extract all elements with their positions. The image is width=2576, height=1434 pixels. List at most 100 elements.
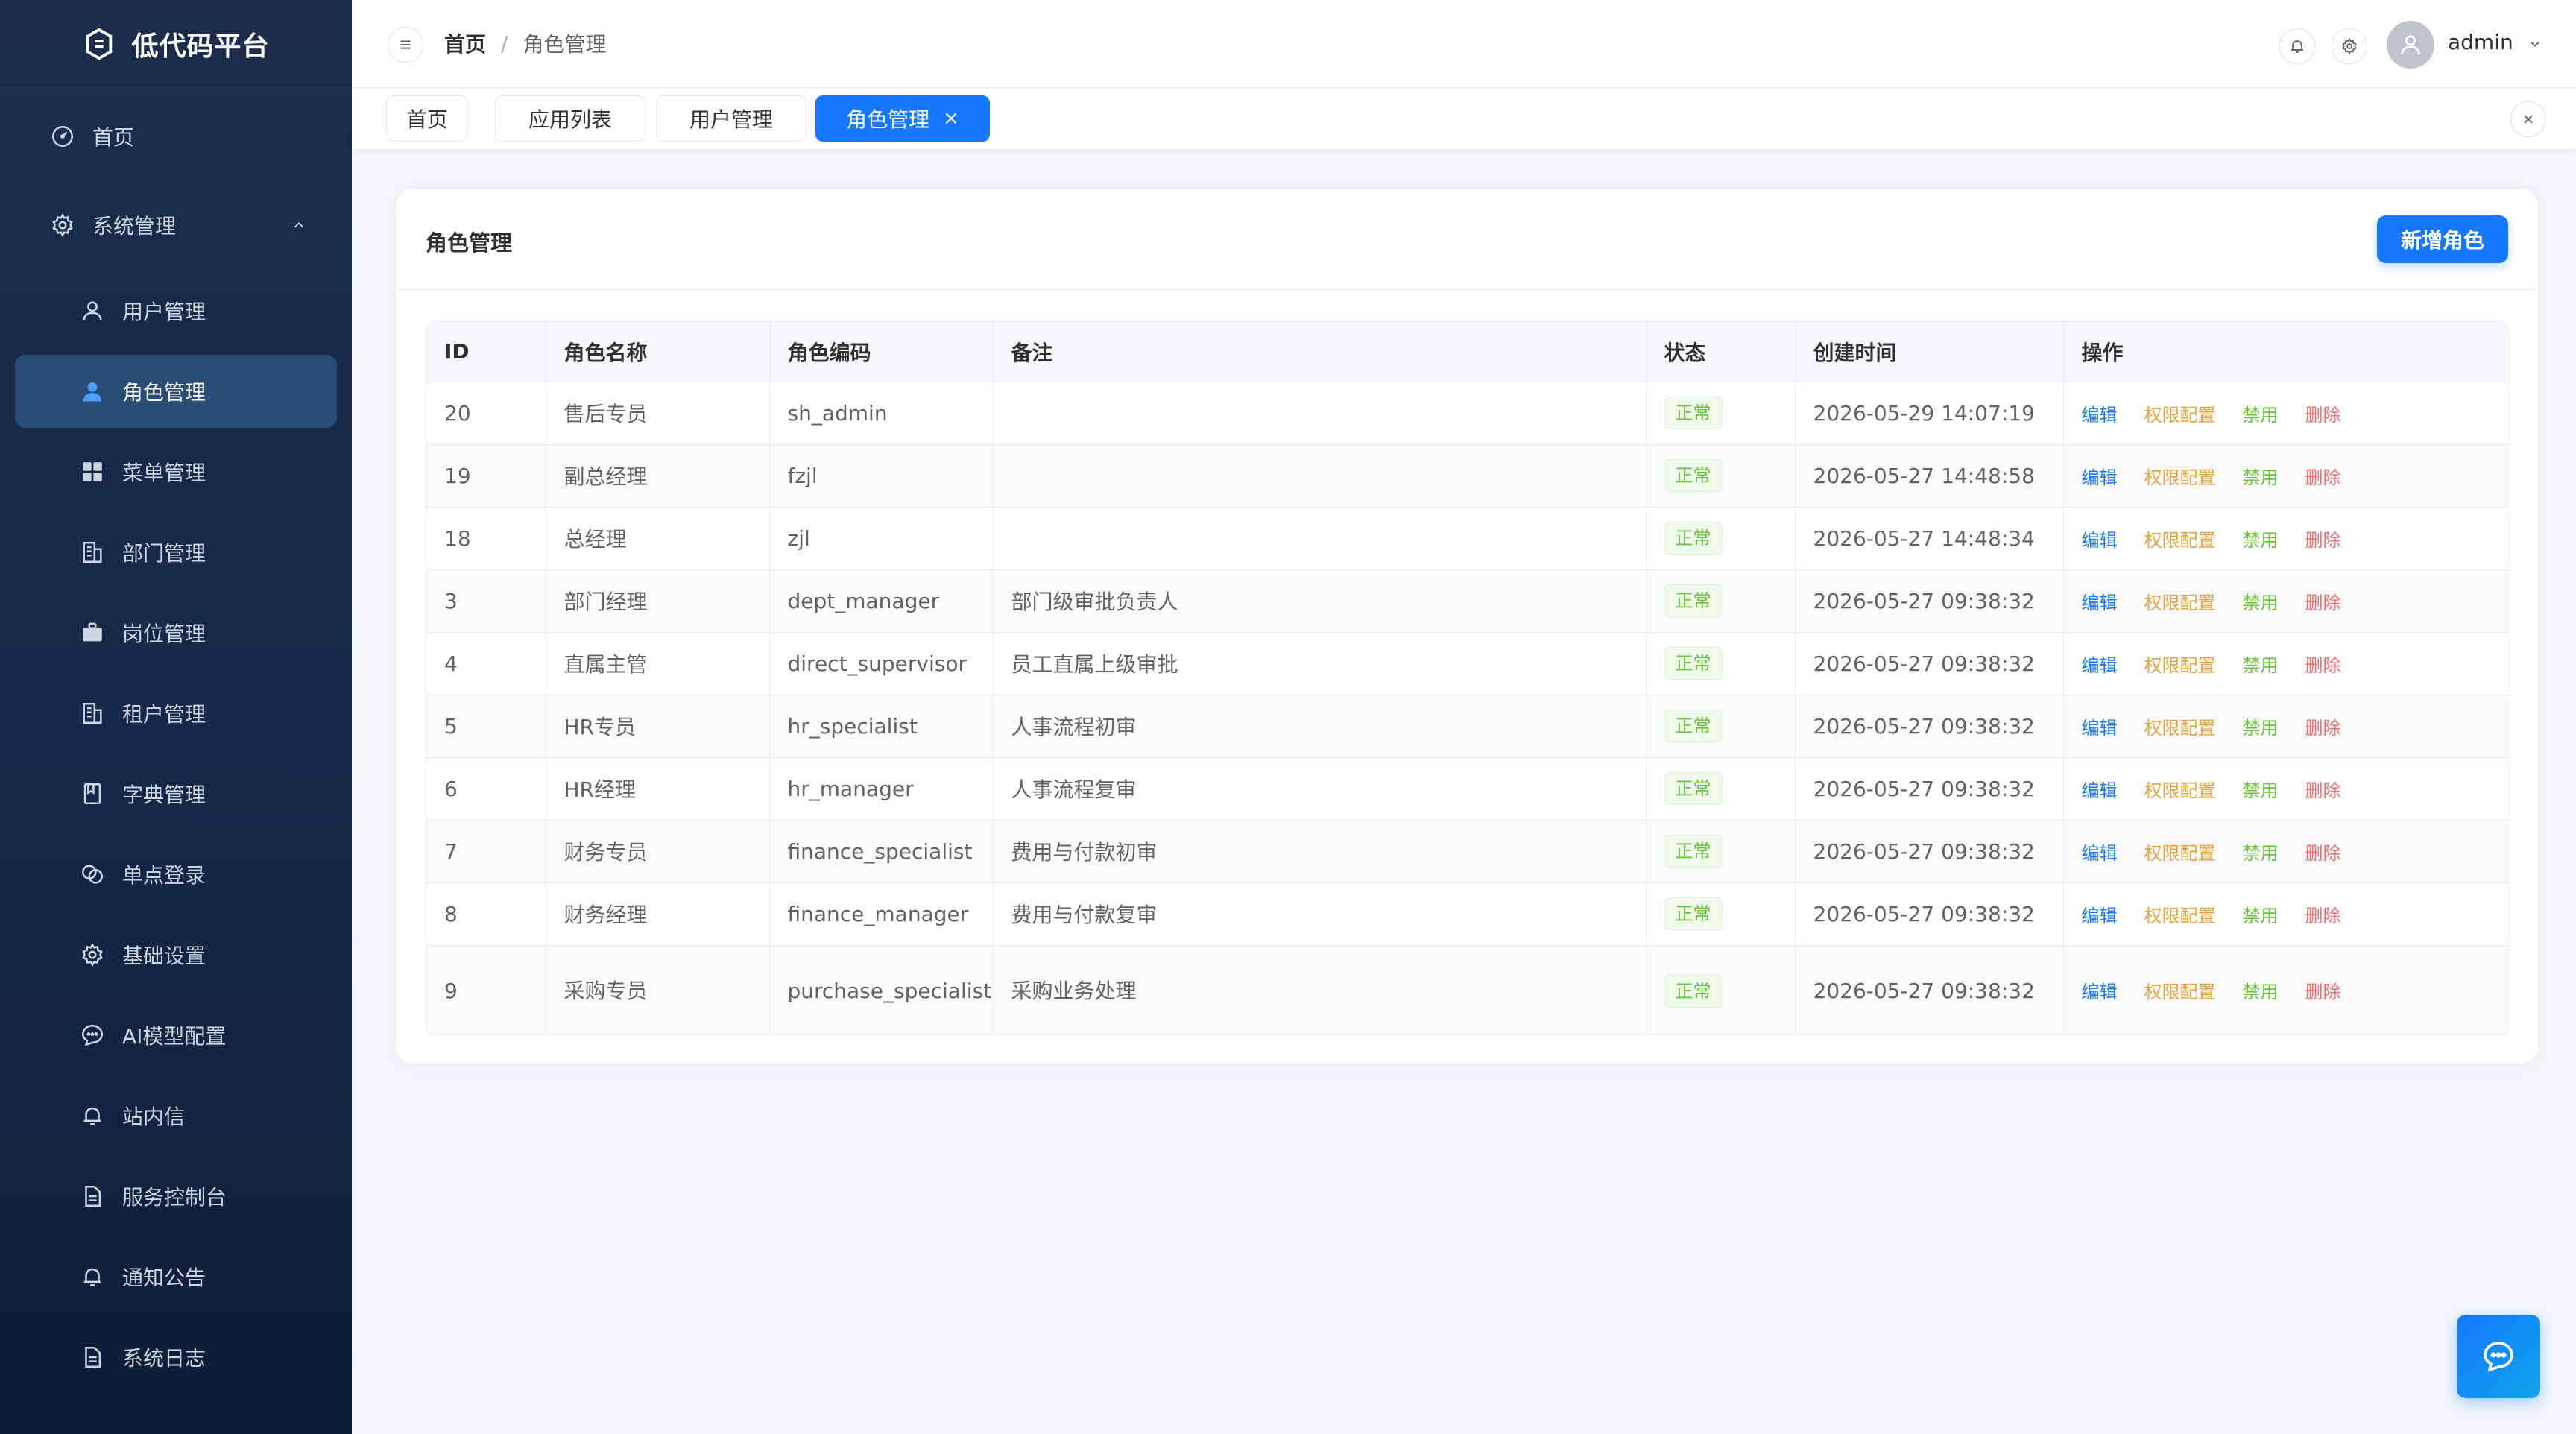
tab-app-list[interactable]: 应用列表 (495, 95, 645, 142)
permissions-link[interactable]: 权限配置 (2144, 718, 2216, 739)
chat-assistant-button[interactable] (2457, 1315, 2540, 1398)
sidebar-item-dictionary[interactable]: 字典管理 (15, 757, 337, 830)
delete-link[interactable]: 删除 (2305, 780, 2341, 801)
permissions-link[interactable]: 权限配置 (2144, 982, 2216, 1002)
app-logo[interactable]: 低代码平台 (0, 0, 352, 88)
sidebar-item-tenants[interactable]: 租户管理 (15, 677, 337, 750)
delete-link[interactable]: 删除 (2305, 593, 2341, 613)
sidebar-item-service-console[interactable]: 服务控制台 (15, 1160, 337, 1233)
edit-link[interactable]: 编辑 (2082, 906, 2118, 926)
edit-link[interactable]: 编辑 (2082, 655, 2118, 676)
delete-link[interactable]: 删除 (2305, 718, 2341, 739)
cell-created: 2026-05-27 09:38:32 (1795, 882, 2064, 946)
disable-link[interactable]: 禁用 (2243, 843, 2279, 864)
edit-link[interactable]: 编辑 (2082, 718, 2118, 739)
table-row[interactable]: 4 直属主管 direct_supervisor 员工直属上级审批 正常 202… (426, 632, 2509, 695)
permissions-link[interactable]: 权限配置 (2144, 655, 2216, 676)
tab-roles[interactable]: 角色管理 × (815, 95, 990, 142)
cell-actions: 编辑 权限配置 禁用 删除 (2063, 507, 2509, 570)
sidebar-item-home[interactable]: 首页 (15, 100, 337, 173)
breadcrumb-home[interactable]: 首页 (444, 28, 486, 58)
column-header-id[interactable]: ID (426, 322, 546, 382)
disable-link[interactable]: 禁用 (2243, 718, 2279, 739)
delete-link[interactable]: 删除 (2305, 982, 2341, 1002)
disable-link[interactable]: 禁用 (2243, 405, 2279, 426)
sidebar-item-system[interactable]: 系统管理 (15, 189, 337, 262)
edit-link[interactable]: 编辑 (2082, 780, 2118, 801)
username[interactable]: admin (2448, 30, 2513, 54)
sidebar-item-announcements[interactable]: 通知公告 (15, 1240, 337, 1313)
sidebar-item-menus[interactable]: 菜单管理 (15, 435, 337, 508)
close-icon[interactable]: × (943, 107, 959, 130)
permissions-link[interactable]: 权限配置 (2144, 405, 2216, 426)
table-row[interactable]: 8 财务经理 finance_manager 费用与付款复审 正常 2026-0… (426, 882, 2509, 946)
sidebar-item-ai-models[interactable]: AI模型配置 (15, 999, 337, 1072)
delete-link[interactable]: 删除 (2305, 467, 2341, 488)
permissions-link[interactable]: 权限配置 (2144, 843, 2216, 864)
chevron-up-icon[interactable] (291, 217, 307, 233)
sidebar-item-users[interactable]: 用户管理 (15, 274, 337, 347)
table-row[interactable]: 20 售后专员 sh_admin 正常 2026-05-29 14:07:19 … (426, 382, 2509, 445)
status-badge: 正常 (1664, 772, 1723, 805)
sidebar-item-roles[interactable]: 角色管理 (15, 355, 337, 428)
cell-remark (993, 382, 1647, 445)
disable-link[interactable]: 禁用 (2243, 655, 2279, 676)
status-badge: 正常 (1664, 522, 1723, 555)
chevron-down-icon[interactable] (2527, 36, 2543, 52)
table-row[interactable]: 18 总经理 zjl 正常 2026-05-27 14:48:34 编辑 权限配置… (426, 507, 2509, 570)
column-header-created[interactable]: 创建时间 (1795, 322, 2064, 382)
avatar[interactable] (2387, 21, 2434, 69)
disable-link[interactable]: 禁用 (2243, 780, 2279, 801)
dashboard-icon (49, 123, 76, 150)
cell-created: 2026-05-27 09:38:32 (1795, 820, 2064, 883)
sidebar-item-basic-settings[interactable]: 基础设置 (15, 918, 337, 991)
cell-id: 8 (426, 882, 546, 946)
edit-link[interactable]: 编辑 (2082, 467, 2118, 488)
delete-link[interactable]: 删除 (2305, 906, 2341, 926)
add-role-button[interactable]: 新增角色 (2377, 215, 2508, 263)
permissions-link[interactable]: 权限配置 (2144, 467, 2216, 488)
delete-link[interactable]: 删除 (2305, 655, 2341, 676)
table-row[interactable]: 9 采购专员 purchase_specialist 采购业务处理 正常 202… (426, 945, 2509, 1035)
sidebar-toggle-button[interactable] (388, 27, 423, 63)
table-row[interactable]: 19 副总经理 fzjl 正常 2026-05-27 14:48:58 编辑 权限… (426, 444, 2509, 508)
settings-button[interactable] (2332, 28, 2367, 64)
disable-link[interactable]: 禁用 (2243, 906, 2279, 926)
column-header-status[interactable]: 状态 (1646, 322, 1796, 382)
disable-link[interactable]: 禁用 (2243, 467, 2279, 488)
edit-link[interactable]: 编辑 (2082, 405, 2118, 426)
disable-link[interactable]: 禁用 (2243, 982, 2279, 1002)
sidebar-item-positions[interactable]: 岗位管理 (15, 596, 337, 669)
sidebar-item-system-logs[interactable]: 系统日志 (15, 1321, 337, 1394)
edit-link[interactable]: 编辑 (2082, 530, 2118, 551)
status-badge: 正常 (1664, 397, 1723, 429)
sidebar-item-inbox[interactable]: 站内信 (15, 1079, 337, 1152)
sidebar-item-departments[interactable]: 部门管理 (15, 516, 337, 589)
disable-link[interactable]: 禁用 (2243, 530, 2279, 551)
edit-link[interactable]: 编辑 (2082, 843, 2118, 864)
permissions-link[interactable]: 权限配置 (2144, 593, 2216, 613)
edit-link[interactable]: 编辑 (2082, 982, 2118, 1002)
permissions-link[interactable]: 权限配置 (2144, 906, 2216, 926)
table-row[interactable]: 6 HR经理 hr_manager 人事流程复审 正常 2026-05-27 0… (426, 757, 2509, 821)
column-header-remark[interactable]: 备注 (993, 322, 1647, 382)
permissions-link[interactable]: 权限配置 (2144, 780, 2216, 801)
sidebar-item-sso[interactable]: 单点登录 (15, 838, 337, 911)
notification-button[interactable] (2279, 28, 2315, 64)
delete-link[interactable]: 删除 (2305, 530, 2341, 551)
table-row[interactable]: 3 部门经理 dept_manager 部门级审批负责人 正常 2026-05-… (426, 569, 2509, 633)
status-badge: 正常 (1664, 975, 1723, 1008)
tab-users[interactable]: 用户管理 (656, 95, 806, 142)
column-header-name[interactable]: 角色名称 (546, 322, 770, 382)
delete-link[interactable]: 删除 (2305, 405, 2341, 426)
tab-home[interactable]: 首页 (386, 95, 468, 142)
delete-link[interactable]: 删除 (2305, 843, 2341, 864)
table-row[interactable]: 7 财务专员 finance_specialist 费用与付款初审 正常 202… (426, 820, 2509, 883)
column-header-code[interactable]: 角色编码 (769, 322, 994, 382)
disable-link[interactable]: 禁用 (2243, 593, 2279, 613)
close-all-tabs-button[interactable] (2510, 101, 2546, 137)
cell-name: 采购专员 (546, 945, 770, 1035)
edit-link[interactable]: 编辑 (2082, 593, 2118, 613)
table-row[interactable]: 5 HR专员 hr_specialist 人事流程初审 正常 2026-05-2… (426, 695, 2509, 758)
permissions-link[interactable]: 权限配置 (2144, 530, 2216, 551)
